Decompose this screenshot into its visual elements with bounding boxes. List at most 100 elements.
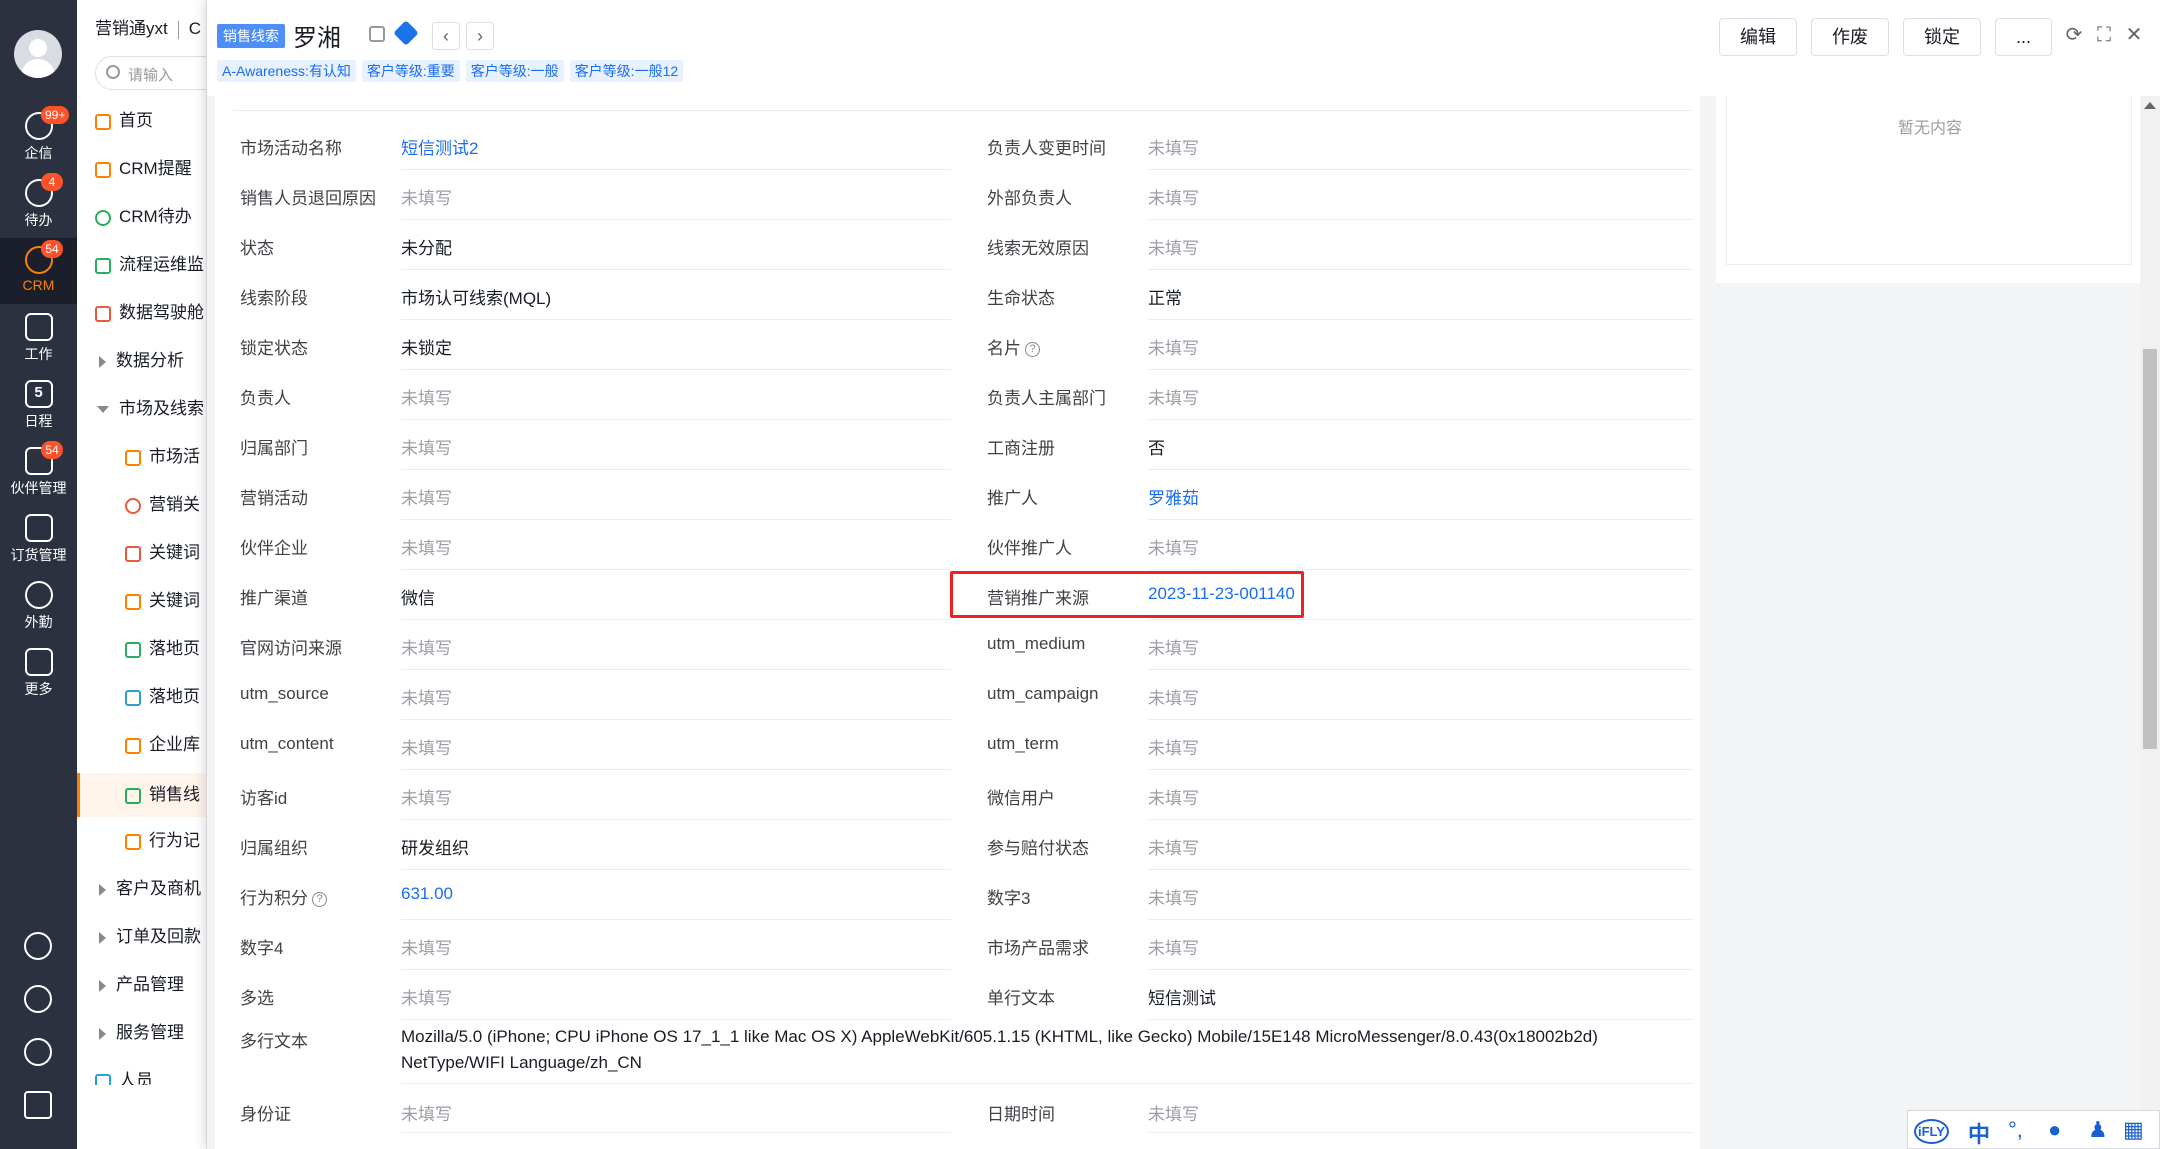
nav-item-order[interactable]: 订单及回款 — [77, 917, 206, 957]
nav-search-input[interactable]: 请输入 — [95, 56, 206, 90]
help-icon[interactable] — [24, 932, 52, 960]
clock-icon[interactable] — [24, 985, 52, 1013]
nav-item-landing-2[interactable]: 落地页 — [77, 677, 206, 717]
next-record-button[interactable]: › — [466, 22, 494, 50]
badge: 4 — [41, 173, 63, 191]
nav-item-sales-lead[interactable]: 销售线 — [77, 773, 206, 817]
object-tag: 销售线索 — [217, 24, 285, 48]
nav-item-home[interactable]: 首页 — [77, 101, 206, 141]
nav-item-marketing[interactable]: 营销关 — [77, 485, 206, 525]
avatar[interactable] — [14, 30, 62, 78]
app-name[interactable]: 营销通yxt C — [95, 14, 201, 39]
refresh-icon[interactable]: ⟳ — [2065, 25, 2083, 45]
field-row: 状态 未分配 线索无效原因 未填写 — [215, 220, 1700, 270]
ime-lang-toggle[interactable]: 中 — [1968, 1117, 1990, 1149]
field-label: 微信用户 — [987, 789, 1055, 808]
prev-record-button[interactable]: ‹ — [432, 22, 460, 50]
nav-item-analysis[interactable]: 数据分析 — [77, 341, 206, 381]
people-icon — [95, 1073, 111, 1085]
nav-item-customer[interactable]: 客户及商机 — [77, 869, 206, 909]
help-icon[interactable]: ? — [1025, 342, 1040, 358]
rail-item-order[interactable]: 订货管理 — [0, 506, 77, 572]
nav-item-crm-remind[interactable]: CRM提醒 — [77, 149, 206, 189]
field-value: 未填写 — [401, 739, 452, 758]
detail-header: 销售线索 罗湘 ‹ › A-Awareness:有认知 客户等级:重要 客户等级:一… — [207, 0, 2160, 96]
detail-content: 市场活动名称 短信测试2 负责人变更时间 未填写 销售人员退回原因 未填写 外部负责人 未填写… — [207, 96, 2160, 1149]
field-label: 数字3 — [987, 889, 1031, 908]
order-icon — [24, 514, 53, 542]
field-value: 未填写 — [401, 639, 452, 658]
field-value: 未填写 — [1148, 689, 1199, 708]
field-value: 未填写 — [401, 789, 452, 808]
field-label: 身份证 — [240, 1105, 291, 1124]
field-label: 数字4 — [240, 939, 284, 958]
apps-icon[interactable]: ▦ — [2123, 1117, 2144, 1143]
field-label: 访客id — [240, 789, 288, 808]
rail-item-qixin[interactable]: 企信 99+ — [0, 104, 77, 170]
settings-icon[interactable] — [24, 1038, 52, 1066]
rail-item-work[interactable]: 工作 — [0, 305, 77, 371]
nav-item-market-activity[interactable]: 市场活 — [77, 437, 206, 477]
punct-icon[interactable]: °, — [2008, 1117, 2023, 1143]
nav-item-service[interactable]: 服务管理 — [77, 1013, 206, 1053]
field-row: 销售人员退回原因 未填写 外部负责人 未填写 — [215, 170, 1700, 220]
field-label: utm_source — [240, 684, 329, 703]
void-button[interactable]: 作废 — [1810, 18, 1889, 56]
scroll-up-icon[interactable] — [2144, 102, 2156, 109]
field-value: 未填写 — [401, 1105, 452, 1124]
field-row: utm_source 未填写 utm_campaign 未填写 — [215, 670, 1700, 720]
tag-chip[interactable]: 客户等级:重要 — [361, 60, 460, 82]
nav-item-process[interactable]: 流程运维监 — [77, 245, 206, 285]
rail-item-calendar[interactable]: 5 日程 — [0, 372, 77, 438]
ifly-logo[interactable]: iFLY — [1914, 1119, 1949, 1144]
field-label: 市场产品需求 — [987, 939, 1089, 958]
chevron-right-icon — [99, 931, 106, 944]
lock-icon[interactable] — [369, 26, 385, 42]
field-value[interactable]: 631.00 — [401, 884, 453, 904]
rail-item-more[interactable]: 更多 — [0, 640, 77, 706]
chevron-right-icon — [99, 883, 106, 896]
nav-item-cockpit[interactable]: 数据驾驶舱 — [77, 293, 206, 333]
nav-item-company-lib[interactable]: 企业库 — [77, 725, 206, 765]
field-value[interactable]: 罗雅茹 — [1148, 484, 1199, 509]
user-icon[interactable]: ♟ — [2088, 1117, 2108, 1143]
tag-icon[interactable] — [393, 20, 419, 46]
edit-button[interactable]: 编辑 — [1718, 18, 1797, 56]
lock-button[interactable]: 锁定 — [1902, 18, 1981, 56]
field-value[interactable]: 短信测试2 — [401, 134, 478, 159]
tag-chip[interactable]: 客户等级:一般12 — [569, 60, 684, 82]
mic-icon[interactable]: ● — [2048, 1117, 2061, 1143]
rail-item-field[interactable]: 外勤 — [0, 573, 77, 639]
nav-item-keyword-2[interactable]: 关键词 — [77, 581, 206, 621]
field-value: NetType/WIFI Language/zh_CN — [401, 1053, 642, 1072]
scroll-thumb[interactable] — [2143, 349, 2157, 749]
nav-item-landing-1[interactable]: 落地页 — [77, 629, 206, 669]
field-label: 推广渠道 — [240, 589, 308, 608]
field-value: 市场认可线索(MQL) — [401, 289, 552, 308]
tag-chip[interactable]: 客户等级:一般 — [465, 60, 564, 82]
nav-item-keyword-1[interactable]: 关键词 — [77, 533, 206, 573]
nav-item-crm-todo[interactable]: CRM待办 — [77, 197, 206, 237]
close-icon[interactable]: ✕ — [2125, 25, 2143, 45]
field-label: utm_campaign — [987, 684, 1099, 703]
rail-item-todo[interactable]: 待办 4 — [0, 171, 77, 237]
help-icon[interactable]: ? — [312, 892, 327, 908]
nav-item-staff[interactable]: 人员 — [77, 1061, 206, 1085]
field-value: 未锁定 — [401, 339, 452, 358]
more-button[interactable]: ... — [1994, 18, 2052, 56]
fullscreen-icon[interactable]: ⛶ — [2095, 25, 2113, 45]
tag-chip[interactable]: A-Awareness:有认知 — [217, 60, 356, 82]
nav-item-behavior[interactable]: 行为记 — [77, 821, 206, 861]
rail-item-partner[interactable]: 伙伴管理 54 — [0, 439, 77, 505]
rail-item-crm[interactable]: CRM 54 — [0, 238, 77, 304]
nav-item-product[interactable]: 产品管理 — [77, 965, 206, 1005]
nav-item-market[interactable]: 市场及线索 — [77, 389, 206, 429]
user-list-icon[interactable] — [24, 1091, 52, 1119]
field-row: 锁定状态 未锁定 名片? 未填写 — [215, 320, 1700, 370]
scrollbar[interactable] — [2140, 96, 2160, 1149]
chevron-down-icon — [97, 406, 109, 414]
badge: 54 — [41, 240, 63, 258]
keyword-list-icon — [125, 593, 141, 610]
record-icon — [125, 833, 141, 850]
field-label: 参与赔付状态 — [987, 839, 1089, 858]
